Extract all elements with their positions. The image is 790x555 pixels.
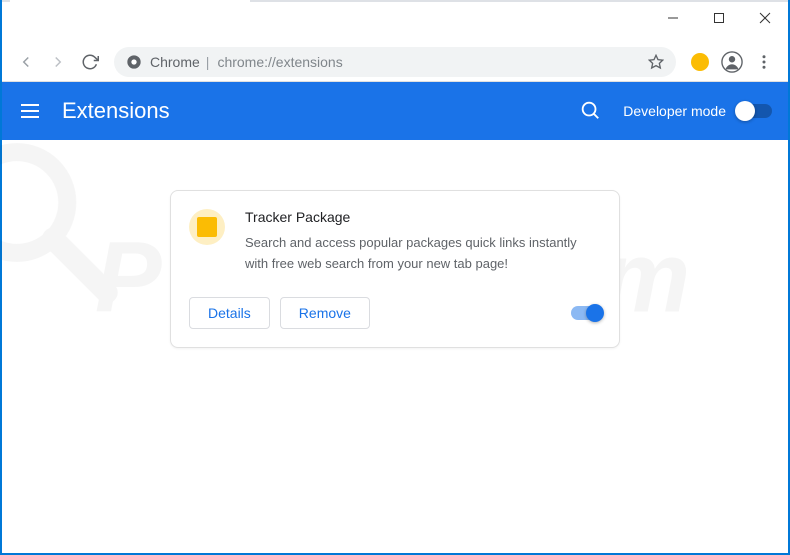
extensions-header: Extensions Developer mode	[2, 82, 788, 140]
page-title: Extensions	[62, 98, 579, 124]
package-icon	[189, 209, 225, 245]
extension-enable-toggle[interactable]	[571, 306, 601, 320]
maximize-button[interactable]	[696, 2, 742, 34]
minimize-button[interactable]	[650, 2, 696, 34]
address-bar[interactable]: Chrome | chrome://extensions	[114, 47, 676, 77]
extension-card: Tracker Package Search and access popula…	[170, 190, 620, 348]
tab-bar: Extensions	[2, 0, 788, 2]
bookmark-star-icon[interactable]	[648, 54, 664, 70]
address-origin: Chrome	[150, 54, 200, 70]
browser-tab[interactable]: Extensions	[10, 0, 250, 2]
chrome-icon	[126, 54, 142, 70]
extension-name: Tracker Package	[245, 209, 601, 225]
title-bar	[2, 2, 788, 42]
extensions-content: Tracker Package Search and access popula…	[2, 140, 788, 348]
forward-button[interactable]	[42, 46, 74, 78]
developer-mode-label: Developer mode	[623, 103, 726, 119]
address-url: chrome://extensions	[217, 54, 648, 70]
close-window-button[interactable]	[742, 2, 788, 34]
extension-description: Search and access popular packages quick…	[245, 233, 601, 275]
reload-button[interactable]	[74, 46, 106, 78]
profile-icon[interactable]	[716, 46, 748, 78]
remove-button[interactable]: Remove	[280, 297, 370, 329]
search-icon[interactable]	[579, 99, 603, 123]
developer-mode-toggle[interactable]	[738, 104, 772, 118]
address-separator: |	[206, 54, 210, 70]
extension-toolbar-icon[interactable]	[684, 46, 716, 78]
menu-dots-icon[interactable]	[748, 46, 780, 78]
hamburger-icon[interactable]	[18, 99, 42, 123]
back-button[interactable]	[10, 46, 42, 78]
address-bar-row: Chrome | chrome://extensions	[2, 42, 788, 82]
new-tab-button[interactable]	[258, 0, 286, 2]
details-button[interactable]: Details	[189, 297, 270, 329]
